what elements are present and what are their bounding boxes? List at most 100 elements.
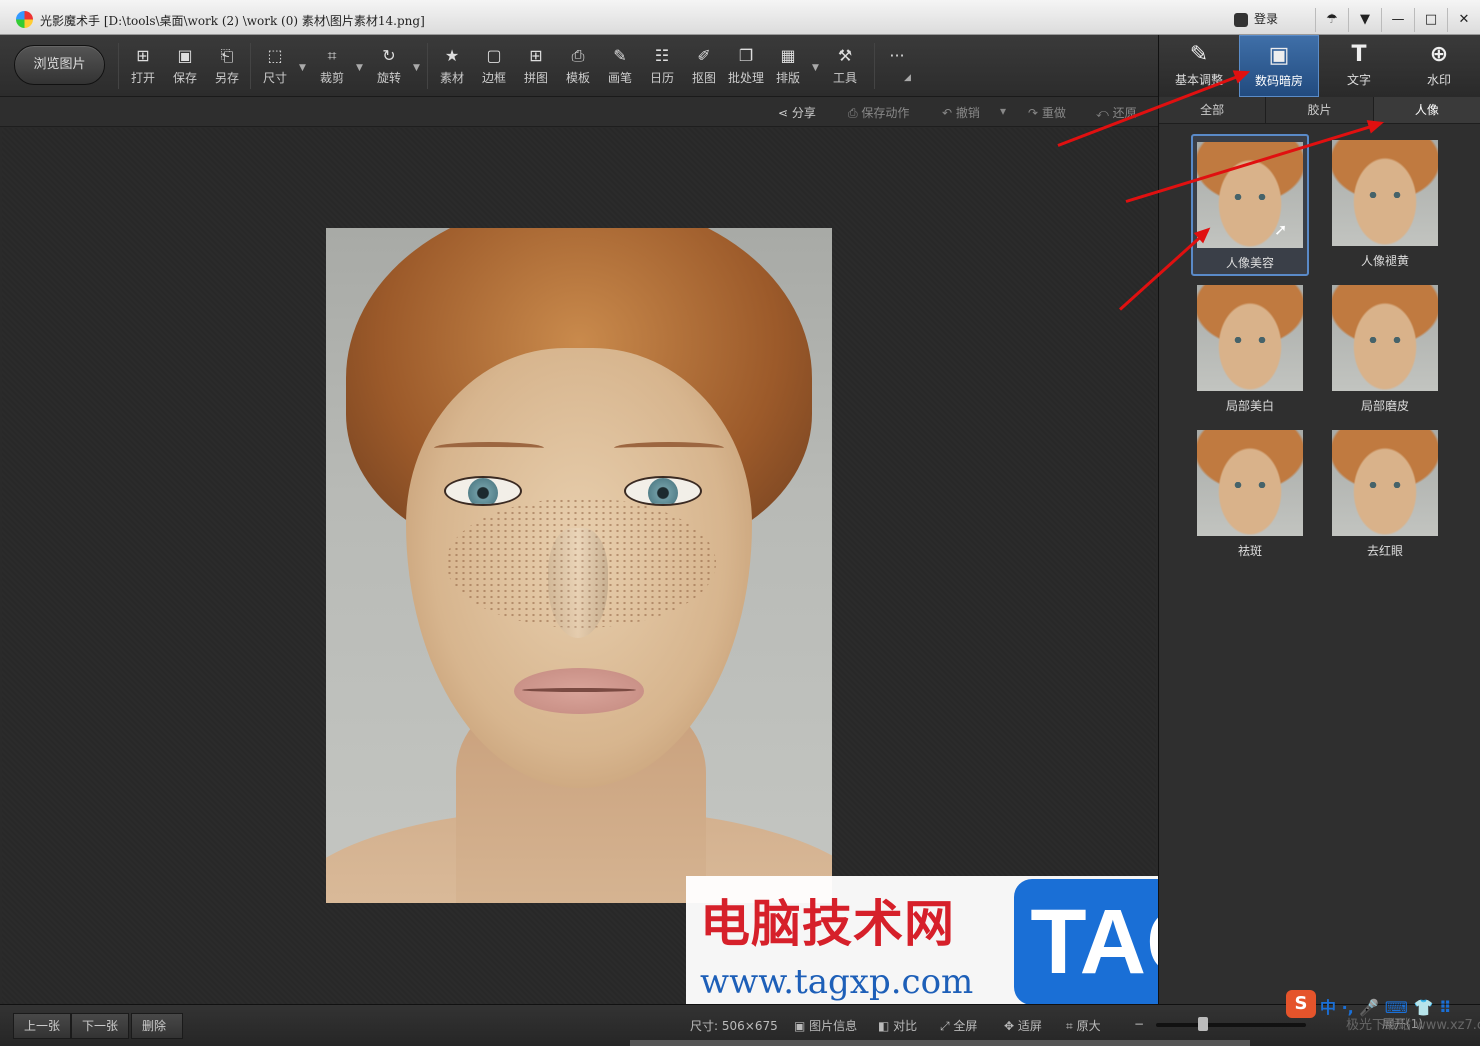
filter-preview: [1332, 140, 1438, 246]
toolbar-divider: [427, 43, 428, 89]
photo-lip-line: [522, 688, 636, 692]
tools-button[interactable]: ⚒ 工具: [824, 47, 866, 86]
batch-icon: ❐: [738, 46, 754, 65]
filter-red-eye[interactable]: 去红眼: [1326, 424, 1444, 566]
open-button[interactable]: ⊞ 打开: [122, 47, 164, 86]
filter-portrait-deyellow[interactable]: 人像褪黄: [1326, 134, 1444, 276]
browse-images-button[interactable]: 浏览图片: [14, 45, 105, 85]
save-icon: ▣: [177, 46, 193, 65]
redo-icon: ↷: [1028, 106, 1042, 120]
filter-remove-spots[interactable]: 祛斑: [1191, 424, 1309, 566]
rotate-icon: ↻: [382, 46, 396, 65]
more-button[interactable]: ···: [876, 47, 918, 69]
tab-digital-darkroom-label: 数码暗房: [1254, 74, 1303, 88]
rotate-label: 旋转: [376, 71, 401, 85]
template-button[interactable]: ⎙ 模板: [557, 47, 599, 86]
undo-dropdown-icon[interactable]: ▾: [1000, 104, 1006, 118]
cutout-button[interactable]: ✐ 抠图: [683, 47, 725, 86]
sogou-ime-icon[interactable]: S: [1286, 990, 1316, 1018]
layout-button[interactable]: ▦ 排版: [767, 47, 809, 86]
redo-label: 重做: [1041, 106, 1066, 120]
fullscreen-button[interactable]: ⤢ 全屏: [940, 1017, 977, 1034]
tab-portrait[interactable]: 人像: [1373, 97, 1480, 123]
filter-portrait-beauty[interactable]: 人像美容: [1191, 134, 1309, 276]
brush-icon: ✎: [613, 46, 627, 65]
delete-button[interactable]: 删除: [131, 1013, 183, 1039]
save-action-button[interactable]: ⎙ 保存动作: [848, 104, 909, 121]
menu-button[interactable]: ▼: [1348, 8, 1381, 32]
tab-digital-darkroom[interactable]: ▣ 数码暗房: [1239, 35, 1319, 97]
tab-film[interactable]: 胶片: [1266, 97, 1374, 123]
save-as-icon: ⎗: [220, 46, 234, 65]
resize-button[interactable]: ⬚ 尺寸: [254, 47, 296, 86]
text-icon: T: [1351, 42, 1367, 67]
tab-basic-adjust[interactable]: ✎ 基本调整: [1159, 35, 1239, 97]
login-button[interactable]: 登录: [1234, 10, 1314, 32]
portrait-photo[interactable]: [326, 228, 832, 903]
fit-icon: ✥: [1004, 1019, 1018, 1033]
photo-brow-right: [614, 442, 724, 454]
save-action-icon: ⎙: [848, 106, 862, 120]
image-info-label: 图片信息: [809, 1019, 858, 1033]
next-image-button[interactable]: 下一张: [71, 1013, 130, 1039]
fit-screen-button[interactable]: ✥ 适屏: [1004, 1017, 1042, 1034]
app-logo-icon: [16, 11, 33, 28]
minimize-button[interactable]: —: [1381, 8, 1414, 32]
rotate-button[interactable]: ↻ 旋转: [368, 47, 410, 86]
crop-dropdown-icon[interactable]: ▼: [356, 63, 363, 73]
fullscreen-label: 全屏: [953, 1019, 978, 1033]
fit-label: 适屏: [1017, 1019, 1042, 1033]
photo-eye-right: [624, 476, 702, 506]
tab-watermark-label: 水印: [1426, 73, 1451, 87]
close-button[interactable]: ✕: [1447, 8, 1480, 32]
filter-preview: [1197, 285, 1303, 391]
save-as-button[interactable]: ⎗ 另存: [206, 47, 248, 86]
undo-button[interactable]: ↶ 撤销: [942, 104, 980, 121]
watermark-cn-text: 电脑技术网: [700, 894, 955, 953]
tab-text[interactable]: T 文字: [1319, 35, 1399, 97]
window-title: 光影魔术手 [D:\tools\桌面\work (2) \work (0) 素材…: [40, 14, 425, 28]
brush-label: 画笔: [607, 71, 632, 85]
material-button[interactable]: ★ 素材: [431, 47, 473, 86]
share-button[interactable]: ⋖ 分享: [778, 104, 816, 121]
material-label: 素材: [439, 71, 464, 85]
save-button[interactable]: ▣ 保存: [164, 47, 206, 86]
brush-button[interactable]: ✎ 画笔: [599, 47, 641, 86]
template-label: 模板: [565, 71, 590, 85]
zoom-out-button[interactable]: −: [1134, 1017, 1144, 1031]
compare-button[interactable]: ◧ 对比: [878, 1017, 917, 1034]
collage-icon: ⊞: [529, 46, 543, 65]
filter-label: 人像褪黄: [1360, 254, 1409, 268]
crop-button[interactable]: ⌗ 裁剪: [311, 47, 353, 86]
border-button[interactable]: ▢ 边框: [473, 47, 515, 86]
layout-dropdown-icon[interactable]: ▼: [812, 63, 819, 73]
filter-local-smooth[interactable]: 局部磨皮: [1326, 279, 1444, 421]
zoom-slider-knob[interactable]: [1198, 1017, 1208, 1031]
resize-label: 尺寸: [262, 71, 287, 85]
save-as-label: 另存: [214, 71, 239, 85]
more-icon: ···: [889, 46, 905, 65]
zoom-slider[interactable]: [1156, 1017, 1306, 1031]
rotate-dropdown-icon[interactable]: ▼: [413, 63, 420, 73]
fullscreen-icon: ⤢: [940, 1019, 954, 1033]
mouse-cursor-icon: ➚: [1274, 220, 1288, 239]
filter-local-whiten[interactable]: 局部美白: [1191, 279, 1309, 421]
calendar-button[interactable]: ☷ 日历: [641, 47, 683, 86]
cutout-icon: ✐: [697, 46, 711, 65]
skin-button[interactable]: ☂: [1315, 8, 1348, 32]
layout-label: 排版: [775, 71, 800, 85]
original-size-button[interactable]: ⌗ 原大: [1066, 1017, 1101, 1034]
main-toolbar: 浏览图片 ⊞ 打开 ▣ 保存 ⎗ 另存 ⬚ 尺寸 ▼ ⌗ 裁剪 ▼ ↻ 旋转 ▼ ★ 素材 ▢…: [0, 35, 1158, 97]
photo-nose: [548, 528, 608, 638]
collage-button[interactable]: ⊞ 拼图: [515, 47, 557, 86]
prev-image-button[interactable]: 上一张: [13, 1013, 72, 1039]
image-info-button[interactable]: ▣ 图片信息: [794, 1017, 857, 1034]
restore-icon: ⤺: [1096, 106, 1113, 120]
tab-watermark[interactable]: ⊕ 水印: [1399, 35, 1479, 97]
batch-button[interactable]: ❐ 批处理: [723, 47, 769, 86]
resize-dropdown-icon[interactable]: ▼: [299, 63, 306, 73]
redo-button[interactable]: ↷ 重做: [1028, 104, 1066, 121]
taskbar-strip: [630, 1040, 1250, 1046]
crop-label: 裁剪: [319, 71, 344, 85]
maximize-button[interactable]: □: [1414, 8, 1447, 32]
